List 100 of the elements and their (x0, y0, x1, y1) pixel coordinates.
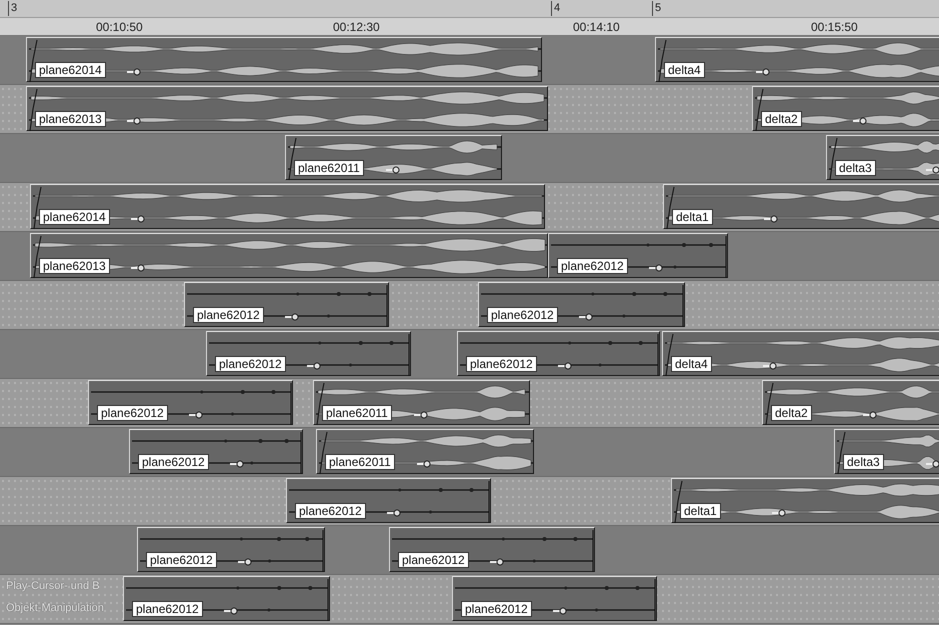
clip-name: delta1 (672, 209, 713, 225)
clip-name: delta2 (761, 111, 802, 127)
clip-name: plane62012 (487, 307, 558, 323)
audio-clip[interactable]: delta1 (663, 184, 939, 229)
audio-clip[interactable]: delta1 (671, 478, 939, 523)
clip-name: plane62011 (294, 160, 364, 176)
volume-handle-icon[interactable] (553, 607, 567, 615)
clip-name: delta3 (843, 454, 884, 470)
volume-handle-icon[interactable] (764, 215, 778, 223)
clip-name: plane62012 (97, 405, 168, 421)
volume-handle-icon[interactable] (863, 411, 877, 419)
volume-handle-icon[interactable] (579, 313, 593, 321)
volume-handle-icon[interactable] (387, 509, 401, 517)
clip-name: delta2 (771, 405, 812, 421)
audio-clip[interactable]: plane62012 (88, 380, 293, 425)
volume-handle-icon[interactable] (772, 509, 786, 517)
audio-clip[interactable]: plane62011 (313, 380, 530, 425)
audio-clip[interactable]: delta2 (752, 86, 939, 131)
audio-clip[interactable]: plane62014 (30, 184, 545, 229)
volume-handle-icon[interactable] (926, 460, 939, 468)
audio-clip[interactable]: plane62012 (123, 576, 330, 621)
audio-clip[interactable]: delta4 (662, 331, 939, 376)
clip-name: plane62011 (322, 405, 392, 421)
clip-name: delta4 (664, 62, 705, 78)
clip-name: plane62012 (398, 552, 469, 568)
audio-clip[interactable]: plane62012 (206, 331, 411, 376)
volume-handle-icon[interactable] (417, 460, 431, 468)
audio-clip[interactable]: plane62012 (286, 478, 491, 523)
clip-name: delta1 (680, 503, 721, 519)
volume-handle-icon[interactable] (285, 313, 299, 321)
clip-name: plane62013 (35, 111, 106, 127)
audio-clip[interactable]: plane62013 (26, 86, 548, 131)
track-lane[interactable]: plane62012 plane62012 (0, 526, 939, 575)
clip-name: plane62012 (215, 356, 286, 372)
hint-text: Objekt-Manipulation (6, 601, 105, 615)
track-lane[interactable]: plane62012 plane62011 delta3 (0, 428, 939, 477)
track-lane[interactable]: plane62014 delta1 (0, 183, 939, 232)
time-label: 00:10:50 (96, 20, 143, 34)
volume-handle-icon[interactable] (238, 558, 252, 566)
clip-name: plane62014 (39, 209, 110, 225)
clip-name: plane62012 (138, 454, 209, 470)
clip-name: plane62012 (461, 601, 532, 617)
audio-clip[interactable]: delta3 (826, 135, 939, 180)
audio-clip[interactable]: plane62014 (26, 37, 542, 82)
volume-handle-icon[interactable] (490, 558, 504, 566)
audio-clip[interactable]: plane62012 (129, 429, 303, 474)
time-label: 00:15:50 (811, 20, 858, 34)
clip-name: plane62012 (466, 356, 537, 372)
audio-clip[interactable]: delta2 (762, 380, 939, 425)
track-lane[interactable]: plane62012 plane62012 delta4 (0, 330, 939, 379)
audio-clip[interactable]: plane62013 (30, 233, 548, 278)
volume-handle-icon[interactable] (756, 68, 770, 76)
volume-handle-icon[interactable] (558, 362, 572, 370)
volume-handle-icon[interactable] (127, 68, 141, 76)
track-lane[interactable]: plane62012 plane62012 (0, 281, 939, 330)
clip-name: plane62013 (39, 258, 110, 274)
hint-text: Play-Cursor- und B (6, 579, 101, 593)
volume-handle-icon[interactable] (131, 264, 145, 272)
audio-clip[interactable]: plane62012 (457, 331, 660, 376)
audio-clip[interactable]: delta4 (655, 37, 939, 82)
track-lane[interactable]: plane62012 delta1 (0, 477, 939, 526)
audio-clip[interactable]: plane62011 (285, 135, 502, 180)
volume-handle-icon[interactable] (386, 166, 400, 174)
volume-handle-icon[interactable] (127, 117, 141, 125)
track-lane[interactable]: plane62013 delta2 (0, 85, 939, 134)
audio-clip[interactable]: plane62012 (452, 576, 657, 621)
marker-label[interactable]: 4 (551, 1, 560, 16)
clip-name: plane62012 (146, 552, 217, 568)
volume-handle-icon[interactable] (414, 411, 428, 419)
volume-handle-icon[interactable] (230, 460, 244, 468)
clip-name: delta4 (671, 356, 712, 372)
time-label: 00:12:30 (333, 20, 380, 34)
volume-handle-icon[interactable] (853, 117, 867, 125)
clip-name: plane62012 (295, 503, 366, 519)
volume-handle-icon[interactable] (649, 264, 663, 272)
clip-name: plane62012 (132, 601, 203, 617)
clip-name: delta3 (835, 160, 876, 176)
audio-clip[interactable]: plane62012 (184, 282, 389, 327)
audio-clip[interactable]: plane62012 (137, 527, 325, 572)
audio-clip[interactable]: delta3 (834, 429, 939, 474)
volume-handle-icon[interactable] (189, 411, 203, 419)
clip-name: plane62012 (557, 258, 628, 274)
track-lane[interactable]: plane62012 plane62011 delta2 (0, 379, 939, 428)
audio-clip[interactable]: plane62012 (548, 233, 728, 278)
volume-handle-icon[interactable] (131, 215, 145, 223)
volume-handle-icon[interactable] (763, 362, 777, 370)
track-lane[interactable]: plane62011 delta3 (0, 134, 939, 183)
track-lane[interactable]: plane62013 plane62012 (0, 232, 939, 281)
audio-clip[interactable]: plane62012 (478, 282, 685, 327)
clip-name: plane62011 (325, 454, 395, 470)
marker-label[interactable]: 5 (652, 1, 662, 16)
audio-clip[interactable]: plane62012 (389, 527, 595, 572)
volume-handle-icon[interactable] (307, 362, 321, 370)
volume-handle-icon[interactable] (926, 166, 939, 174)
marker-label[interactable]: 3 (8, 1, 18, 16)
audio-clip[interactable]: plane62011 (316, 429, 534, 474)
volume-handle-icon[interactable] (224, 607, 238, 615)
clip-name: plane62014 (35, 62, 106, 78)
timeline-ruler[interactable]: 3 4 5 00:10:50 00:12:30 00:14:10 00:15:50 (0, 0, 939, 36)
track-lane[interactable]: plane62014 delta4 (0, 36, 939, 85)
